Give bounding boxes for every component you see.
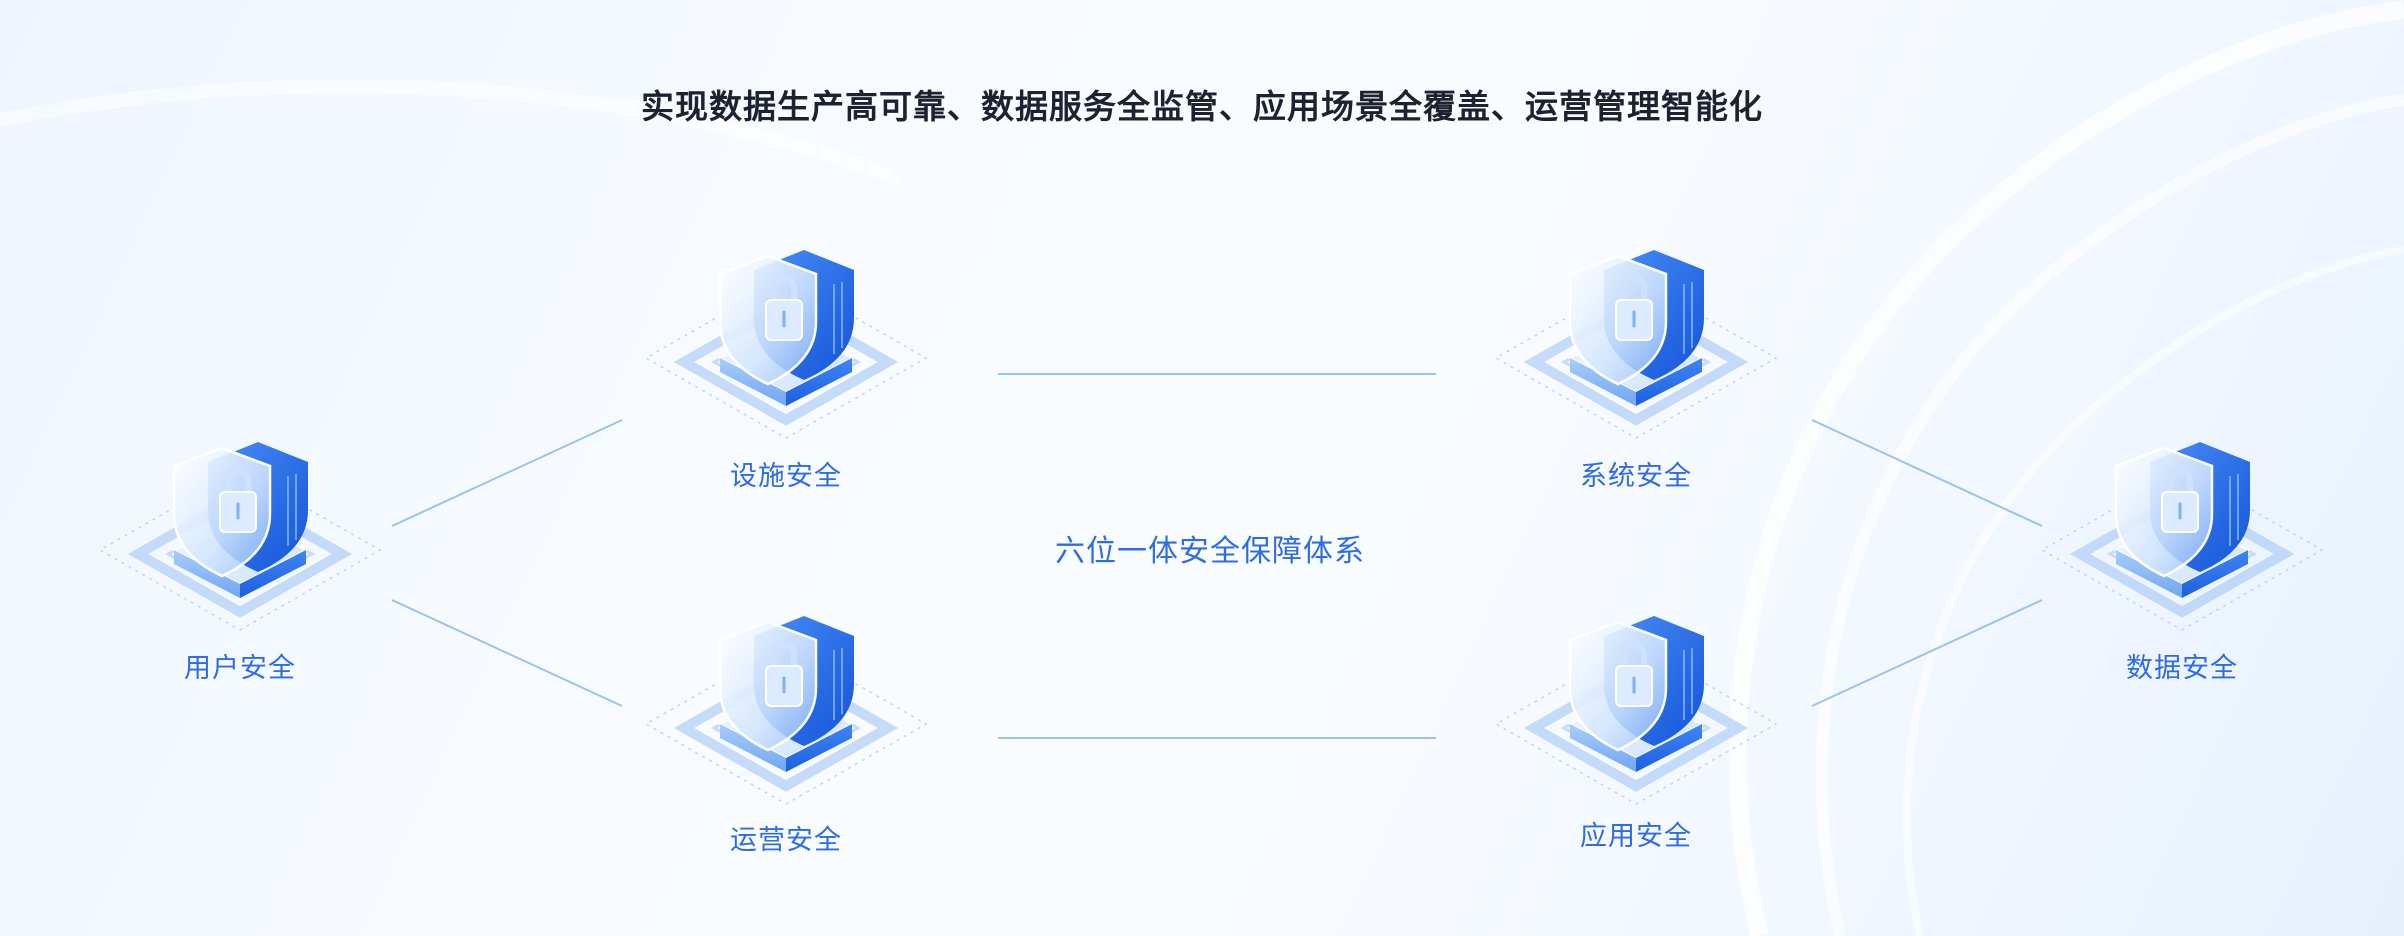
link-user-operation	[391, 599, 623, 707]
node-label: 系统安全	[1580, 461, 1692, 492]
node-label: 运营安全	[730, 825, 842, 856]
shield-lock-icon	[626, 592, 946, 832]
node-user-security: 用户安全	[80, 418, 400, 718]
link-user-facility	[391, 419, 623, 527]
center-title: 六位一体安全保障体系	[1055, 534, 1365, 569]
node-application-security: 应用安全	[1476, 592, 1796, 892]
node-facility-security: 设施安全	[626, 226, 946, 526]
shield-lock-icon	[1476, 226, 1796, 466]
node-label: 数据安全	[2126, 653, 2238, 684]
link-system-data	[1811, 419, 2043, 527]
node-label: 用户安全	[184, 653, 296, 684]
shield-lock-icon	[2022, 418, 2342, 658]
node-operation-security: 运营安全	[626, 592, 946, 892]
shield-lock-icon	[1476, 592, 1796, 832]
node-label: 应用安全	[1580, 821, 1692, 852]
link-application-data	[1811, 599, 2043, 707]
shield-lock-icon	[626, 226, 946, 466]
node-data-security: 数据安全	[2022, 418, 2342, 718]
shield-lock-icon	[80, 418, 400, 658]
node-system-security: 系统安全	[1476, 226, 1796, 526]
node-label: 设施安全	[730, 461, 842, 492]
